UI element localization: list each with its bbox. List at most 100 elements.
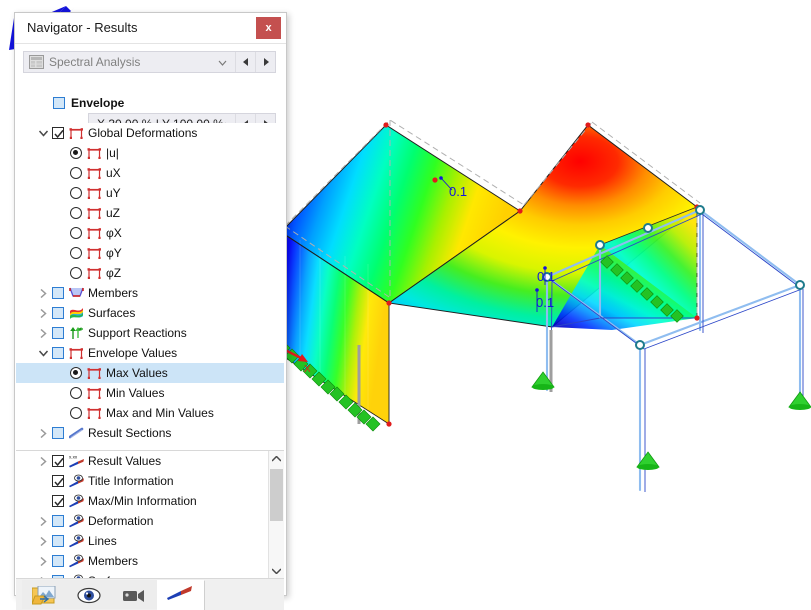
display-tree[interactable]: x.xx Result Values Title Information Max/Mi…	[16, 450, 284, 579]
tree-item-label: Surfaces	[88, 306, 136, 320]
tree-item-label: Max/Min Information	[88, 494, 197, 508]
display-navigator-tab[interactable]	[67, 580, 113, 609]
frame-icon	[87, 246, 102, 260]
analysis-prev-button[interactable]	[235, 52, 255, 72]
checkbox[interactable]	[52, 555, 64, 567]
chevron-right-icon[interactable]	[36, 511, 50, 531]
tree-item-label: Members	[88, 554, 139, 568]
svg-text:x.xx: x.xx	[69, 455, 78, 460]
tree-item-label: Global Deformations	[88, 126, 198, 140]
tree-row-members[interactable]: Members	[16, 283, 284, 303]
tree-row-z[interactable]: φZ	[16, 263, 284, 283]
checkbox[interactable]	[52, 287, 64, 299]
support-reactions-icon	[69, 326, 84, 340]
checkbox[interactable]	[52, 347, 64, 359]
tree-row-surfaces[interactable]: Surfaces	[16, 303, 284, 323]
radio-button[interactable]	[70, 247, 82, 259]
tree-row-result-values[interactable]: x.xx Result Values	[16, 451, 284, 471]
checkbox[interactable]	[52, 475, 64, 487]
chevron-right-icon[interactable]	[36, 423, 50, 443]
results-tree[interactable]: Global Deformations |u| uX uY uZ φX φY φZ Member…	[16, 123, 284, 446]
tree-row-members[interactable]: Members	[16, 551, 284, 571]
tree-item-label: Min Values	[106, 386, 165, 400]
deformation-value-label: 0.1	[537, 269, 555, 284]
tree-item-label: Support Reactions	[88, 326, 187, 340]
value-point	[439, 176, 443, 180]
checkbox[interactable]	[52, 127, 64, 139]
tree-row-envelope-values[interactable]: Envelope Values	[16, 343, 284, 363]
tree-row-min-values[interactable]: Min Values	[16, 383, 284, 403]
project-navigator-tab[interactable]	[22, 580, 68, 609]
checkbox[interactable]	[52, 427, 64, 439]
tree-row-lines[interactable]: Lines	[16, 531, 284, 551]
tree-row-result-sections[interactable]: Result Sections	[16, 423, 284, 443]
radio-button[interactable]	[70, 207, 82, 219]
tree-row-title-information[interactable]: Title Information	[16, 471, 284, 491]
frame-icon	[87, 146, 102, 160]
tree-row-ux[interactable]: uX	[16, 163, 284, 183]
tree-row-y[interactable]: φY	[16, 243, 284, 263]
tree-row-max-min-information[interactable]: Max/Min Information	[16, 491, 284, 511]
frame-icon	[69, 126, 84, 140]
chevron-right-icon[interactable]	[36, 303, 50, 323]
chevron-right-icon[interactable]	[36, 443, 50, 446]
tree-row-max-and-min-values[interactable]: Max and Min Values	[16, 403, 284, 423]
chevron-right-icon[interactable]	[36, 451, 50, 471]
tree-row-x[interactable]: φX	[16, 223, 284, 243]
tree-row-global-deformations[interactable]: Global Deformations	[16, 123, 284, 143]
views-navigator-tab[interactable]	[112, 580, 158, 609]
tree-row-max-values[interactable]: Max Values	[16, 363, 284, 383]
frame-icon	[87, 406, 102, 420]
scroll-up-arrow[interactable]	[269, 451, 284, 467]
tree-item-label: Result Sections	[88, 426, 172, 440]
checkbox[interactable]	[52, 495, 64, 507]
checkbox[interactable]	[52, 327, 64, 339]
chevron-down-icon	[216, 56, 229, 69]
frame-icon	[69, 346, 84, 360]
radio-button[interactable]	[70, 147, 82, 159]
tree-row-u[interactable]: |u|	[16, 143, 284, 163]
results-navigator-tab[interactable]	[157, 580, 205, 610]
tree-item-label: φZ	[106, 266, 122, 280]
tree-item-label: φX	[106, 226, 122, 240]
radio-button[interactable]	[70, 187, 82, 199]
checkbox[interactable]	[52, 515, 64, 527]
display-tree-scrollbar[interactable]	[268, 451, 284, 579]
envelope-checkbox[interactable]	[53, 97, 65, 109]
radio-button[interactable]	[70, 267, 82, 279]
tree-row-envelope[interactable]: Envelope	[15, 93, 283, 113]
checkbox[interactable]	[52, 455, 64, 467]
close-button[interactable]: x	[256, 17, 281, 39]
nodal-support-symbols	[531, 371, 811, 470]
chevron-right-icon[interactable]	[36, 531, 50, 551]
tree-row-support-reactions[interactable]: Support Reactions	[16, 323, 284, 343]
display-icon	[69, 494, 84, 508]
radio-button[interactable]	[70, 367, 82, 379]
chevron-down-icon[interactable]	[36, 343, 50, 363]
chevron-right-icon[interactable]	[36, 283, 50, 303]
tree-row-deformation[interactable]: Deformation	[16, 511, 284, 531]
analysis-type-combo[interactable]: Spectral Analysis	[23, 51, 276, 73]
chevron-down-icon[interactable]	[36, 123, 50, 143]
checkbox[interactable]	[52, 535, 64, 547]
tree-row-values-on-surfaces[interactable]: xxValues on Surfaces	[16, 443, 284, 446]
radio-button[interactable]	[70, 167, 82, 179]
tree-item-label: uZ	[106, 206, 121, 220]
scrollbar-thumb[interactable]	[270, 469, 283, 521]
checkbox[interactable]	[52, 307, 64, 319]
analysis-next-button[interactable]	[255, 52, 275, 72]
tree-row-uz[interactable]: uZ	[16, 203, 284, 223]
radio-button[interactable]	[70, 407, 82, 419]
tree-row-uy[interactable]: uY	[16, 183, 284, 203]
radio-button[interactable]	[70, 387, 82, 399]
window-titlebar: Navigator - Results x	[15, 13, 286, 44]
chevron-right-icon[interactable]	[36, 551, 50, 571]
frame-icon	[87, 166, 102, 180]
scroll-down-arrow[interactable]	[269, 563, 284, 579]
tree-item-label: Max and Min Values	[106, 406, 214, 420]
radio-button[interactable]	[70, 227, 82, 239]
chevron-right-icon[interactable]	[36, 323, 50, 343]
navigator-tabstrip	[16, 578, 284, 610]
display-icon	[69, 474, 84, 488]
display-icon	[69, 554, 84, 568]
